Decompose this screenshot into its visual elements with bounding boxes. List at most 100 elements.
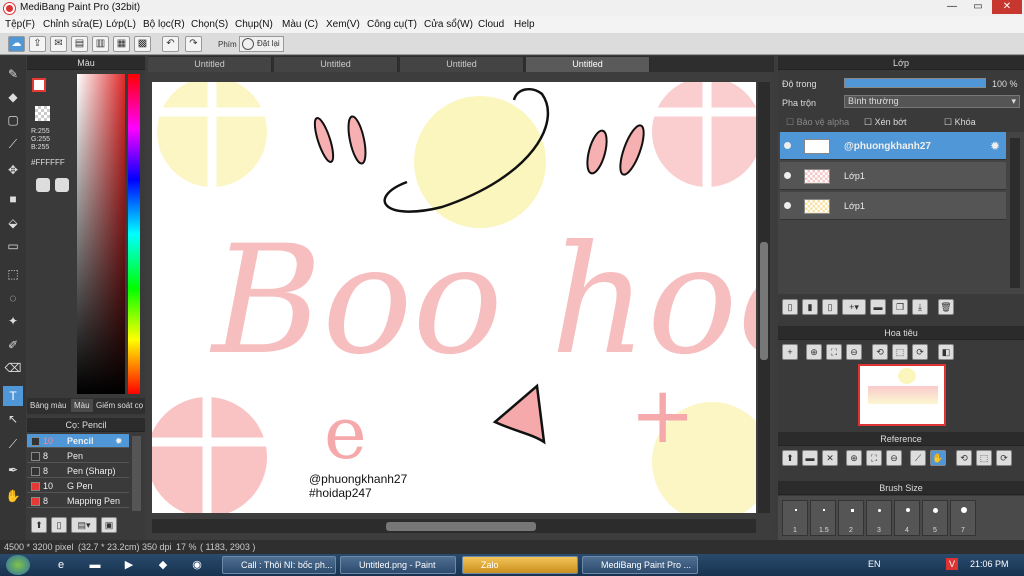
page-icon[interactable]: ▤ bbox=[71, 36, 88, 52]
rotate-right-icon[interactable]: ⟳ bbox=[912, 344, 928, 360]
lock-checkbox[interactable]: ☐ Khóa bbox=[944, 117, 976, 128]
menu-select[interactable]: Chọn(S) bbox=[191, 19, 228, 30]
brush-item[interactable]: 8 Pen bbox=[27, 449, 129, 463]
task-call[interactable]: Call : Thôi NI: bốc ph... bbox=[222, 556, 336, 574]
menu-layer[interactable]: Lớp(L) bbox=[106, 19, 136, 30]
brush-item[interactable]: 10 G Pen bbox=[27, 479, 129, 493]
menu-color[interactable]: Màu (C) bbox=[282, 19, 318, 30]
brush-list-scrollbar[interactable] bbox=[132, 436, 141, 511]
reference-folder-icon[interactable]: ▬ bbox=[802, 450, 818, 466]
opacity-slider[interactable] bbox=[844, 78, 986, 88]
visibility-icon[interactable] bbox=[784, 172, 791, 179]
brush-item[interactable]: 10 Pencil ✹ bbox=[27, 434, 129, 448]
add-layer-menu-icon[interactable]: +▾ bbox=[842, 299, 866, 315]
brush-size-cell[interactable]: 1 bbox=[782, 500, 808, 536]
eyedropper-tool-icon[interactable]: ⟋ bbox=[3, 434, 23, 454]
brush-item[interactable]: 8 Pen (Sharp) bbox=[27, 464, 129, 478]
zoom-in-icon[interactable]: + bbox=[782, 344, 798, 360]
share-icon[interactable]: ⇪ bbox=[29, 36, 46, 52]
brush-size-cell[interactable]: 4 bbox=[894, 500, 920, 536]
layer-item[interactable]: Lớp1 bbox=[780, 162, 1006, 190]
menu-help[interactable]: Help bbox=[514, 19, 535, 30]
tab-palette[interactable]: Bảng màu bbox=[30, 401, 66, 410]
zoom-in-small-icon[interactable]: ⊕ bbox=[806, 344, 822, 360]
brush-size-cell[interactable]: 2 bbox=[838, 500, 864, 536]
magic-wand-icon[interactable]: ✦ bbox=[3, 311, 23, 331]
clock[interactable]: 21:06 PM bbox=[970, 559, 1009, 569]
comment-icon[interactable]: ✉ bbox=[50, 36, 67, 52]
language-indicator[interactable]: EN bbox=[868, 559, 881, 569]
operation-tool-icon[interactable]: ↖ bbox=[3, 409, 23, 429]
visibility-icon[interactable] bbox=[784, 142, 791, 149]
reference-zoom-in-icon[interactable]: ⊕ bbox=[846, 450, 862, 466]
palette-icon[interactable] bbox=[36, 178, 50, 192]
gear-icon[interactable]: ✹ bbox=[115, 434, 123, 448]
gradient-tool-icon[interactable]: ▭ bbox=[3, 236, 23, 256]
bucket-tool-icon[interactable]: ⬙ bbox=[3, 213, 23, 233]
protect-alpha-checkbox[interactable]: ☐ Bảo vệ alpha bbox=[786, 117, 849, 128]
reference-hand-icon[interactable]: ✋ bbox=[930, 450, 946, 466]
reference-reset-icon[interactable]: ⬚ bbox=[976, 450, 992, 466]
minimize-button[interactable]: — bbox=[940, 0, 964, 14]
hue-slider[interactable] bbox=[128, 74, 140, 394]
tab-color[interactable]: Màu bbox=[71, 399, 93, 412]
canvas[interactable]: Boo hoo e + @phuongkhanh27 #hoidap247 bbox=[152, 82, 756, 513]
redo-icon[interactable]: ↷ bbox=[185, 36, 202, 52]
tab-untitled-4[interactable]: Untitled bbox=[526, 57, 650, 72]
cloud-icon[interactable]: ☁ bbox=[8, 36, 25, 52]
fill-rect-tool-icon[interactable]: ■ bbox=[3, 189, 23, 209]
brush-size-cell[interactable]: 7 bbox=[950, 500, 976, 536]
select-tool-icon[interactable]: ⬚ bbox=[3, 264, 23, 284]
brush-size-cell[interactable]: 3 bbox=[866, 500, 892, 536]
saturation-value-picker[interactable] bbox=[77, 74, 125, 394]
grid-icon[interactable]: ▦ bbox=[113, 36, 130, 52]
horizontal-scrollbar[interactable] bbox=[152, 519, 756, 533]
delete-layer-icon[interactable]: 🗑 bbox=[938, 299, 954, 315]
menu-edit[interactable]: Chỉnh sửa(E) bbox=[43, 19, 103, 30]
start-button[interactable] bbox=[6, 555, 30, 575]
menu-cloud[interactable]: Cloud bbox=[478, 19, 504, 30]
undo-icon[interactable]: ↶ bbox=[162, 36, 179, 52]
transparent-swatch[interactable] bbox=[35, 106, 50, 121]
reference-zoom-out-icon[interactable]: ⊖ bbox=[886, 450, 902, 466]
move-tool-icon[interactable]: ✥ bbox=[3, 160, 23, 180]
add-brush-icon[interactable]: ⬆ bbox=[31, 517, 47, 533]
panels-icon[interactable]: ▩ bbox=[134, 36, 151, 52]
maximize-button[interactable]: ▭ bbox=[966, 0, 990, 14]
menu-tools[interactable]: Công cụ(T) bbox=[367, 19, 417, 30]
app-icon[interactable]: ◆ bbox=[154, 557, 172, 573]
select-eraser-icon[interactable]: ⌫ bbox=[3, 358, 23, 378]
layer-item[interactable]: Lớp1 bbox=[780, 192, 1006, 220]
menu-window[interactable]: Cửa sổ(W) bbox=[424, 19, 473, 30]
reset-button[interactable]: Đặt lại bbox=[239, 36, 284, 52]
merge-layer-icon[interactable]: ⤓ bbox=[912, 299, 928, 315]
palette-add-icon[interactable] bbox=[55, 178, 69, 192]
brush-size-cell[interactable]: 5 bbox=[922, 500, 948, 536]
menu-filter[interactable]: Bộ lọc(R) bbox=[143, 19, 185, 30]
eraser-tool-icon[interactable]: ◆ bbox=[3, 87, 23, 107]
foreground-color-swatch[interactable] bbox=[32, 78, 46, 92]
ie-icon[interactable]: e bbox=[52, 557, 70, 573]
hand-tool-icon[interactable]: ✋ bbox=[3, 486, 23, 506]
tab-untitled-3[interactable]: Untitled bbox=[400, 57, 524, 72]
lasso-tool-icon[interactable]: ◌ bbox=[3, 288, 23, 308]
reference-load-icon[interactable]: ⬆ bbox=[782, 450, 798, 466]
close-button[interactable]: ✕ bbox=[992, 0, 1022, 14]
duplicate-layer-icon[interactable]: ❐ bbox=[892, 299, 908, 315]
select-pen-icon[interactable]: ✐ bbox=[3, 335, 23, 355]
blur-tool-icon[interactable]: ⟋ bbox=[3, 134, 23, 154]
reference-fit-icon[interactable]: ⛶ bbox=[866, 450, 882, 466]
folder-icon[interactable]: ▬ bbox=[86, 557, 104, 573]
new-layer-8bit-icon[interactable]: ▮ bbox=[802, 299, 818, 315]
document-icon[interactable]: ▥ bbox=[92, 36, 109, 52]
new-layer-1bit-icon[interactable]: ▯ bbox=[822, 299, 838, 315]
flip-icon[interactable]: ◧ bbox=[938, 344, 954, 360]
tab-untitled-2[interactable]: Untitled bbox=[274, 57, 398, 72]
gear-icon[interactable]: ✹ bbox=[990, 139, 1000, 153]
brush-menu-icon[interactable]: ▤▾ bbox=[71, 517, 97, 533]
text-tool-icon[interactable]: T bbox=[3, 386, 23, 406]
visibility-icon[interactable] bbox=[784, 202, 791, 209]
media-player-icon[interactable]: ▶ bbox=[120, 557, 138, 573]
reference-rotate-left-icon[interactable]: ⟲ bbox=[956, 450, 972, 466]
layer-item[interactable]: @phuongkhanh27 ✹ bbox=[780, 132, 1006, 160]
